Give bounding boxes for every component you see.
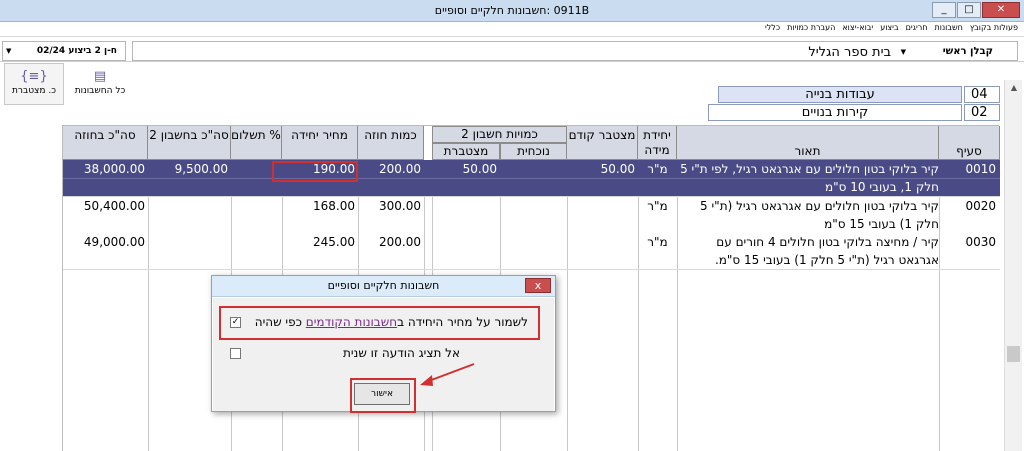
document-icon: ▤ [93,69,107,84]
scroll-up-icon[interactable]: ▲ [1005,80,1023,96]
keep-price-text: לשמור על מחיר היחידה ב [397,315,528,329]
maximize-button[interactable]: □ [957,2,981,18]
minimize-button[interactable]: _ [932,2,956,18]
table-row[interactable]: 49,000.00 245.00 200.00 מ"ר קיר / מחיצה … [63,233,1000,269]
cell-unit: מ"ר [647,199,668,213]
cell-section: 0030 [965,235,996,249]
chapter-name[interactable]: עבודות בנייה [718,86,962,103]
highlight-unit-price [272,161,358,182]
dialog-close-button[interactable]: x [525,278,551,293]
window-title: 0911B :חשבונות חלקיים וסופיים [434,4,590,17]
header-description[interactable]: תאור [677,126,939,160]
cell-unit: מ"ר [647,235,668,249]
dont-show-checkbox[interactable] [230,348,241,359]
cell-total-account [148,197,231,215]
cell-current[interactable] [500,160,567,178]
previous-accounts-link[interactable]: חשבונות הקודמים [306,315,397,329]
annotation-arrow-icon [420,363,475,386]
cell-description: קיר / מחיצה בלוקי בטון חלולים 4 חורים עם… [714,235,939,267]
cell-contract-qty: 200.00 [379,235,421,249]
contractor-role: קבלן ראשי [942,46,993,57]
app-window: 0911B :חשבונות חלקיים וסופיים _ □ ✕ פעול… [0,0,1024,451]
title-bar: 0911B :חשבונות חלקיים וסופיים _ □ ✕ [0,0,1024,22]
header-cumulative[interactable]: מצטברת [432,143,500,160]
ok-button[interactable]: אישור [354,383,410,405]
confirm-dialog: חשבונות חלקיים וסופיים x ✓ לשמור על מחיר… [211,275,556,413]
project-combo[interactable]: בית ספר הגליל ▼ קבלן ראשי [132,41,1018,61]
subchapter-number[interactable]: 02 [964,104,1000,121]
cell-previous-cumulative [567,197,638,215]
keep-price-label[interactable]: לשמור על מחיר היחידה בחשבונות הקודמים כפ… [255,315,528,329]
cell-description: קיר בלוקי בטון חלולים עם אגרגאט רגיל (ת"… [700,199,939,231]
menu-execution[interactable]: ביצוע [880,23,898,32]
cell-total-contract: 50,400.00 [83,199,145,213]
project-name: בית ספר הגליל [808,45,891,60]
header-section[interactable]: סעיף [939,126,1000,160]
cell-section: 0010 [965,162,996,176]
menu-file[interactable]: פעולות בקובץ [970,23,1018,32]
header-current[interactable]: נוכחית [500,143,567,160]
dialog-title: חשבונות חלקיים וסופיים [212,276,555,297]
dialog-body: ✓ לשמור על מחיר היחידה בחשבונות הקודמים … [213,298,554,413]
account-combo[interactable]: ▼ ח-ן 2 ביצוע 02/24 [2,41,126,61]
dont-show-label[interactable]: אל תציג הודעה זו שנית [343,346,460,360]
cell-section: 0020 [965,199,996,213]
chapter-number[interactable]: 04 [964,86,1000,103]
cumulative-button[interactable]: {≡} כ. מצטברת [4,63,64,105]
cumulative-label: כ. מצטברת [12,86,56,96]
cell-cumulative: 50.00 [462,162,497,176]
cell-total-contract: 38,000.00 [83,162,145,176]
header-payment-pct[interactable]: % תשלום [231,126,282,160]
cell-unit: מ"ר [647,162,668,176]
all-accounts-button[interactable]: ▤ כל החשבונות [70,63,130,105]
scroll-thumb[interactable] [1007,346,1020,362]
window-controls: _ □ ✕ [932,2,1020,18]
cell-unit-price[interactable]: 168.00 [282,197,358,215]
cell-total-account: 9,500.00 [174,162,228,176]
project-bar: בית ספר הגליל ▼ קבלן ראשי ▼ ח-ן 2 ביצוע … [0,38,1024,62]
chevron-down-icon: ▼ [900,48,906,56]
cell-total-contract: 49,000.00 [83,235,145,249]
account-combo-label: ח-ן 2 ביצוע 02/24 [36,46,117,56]
cell-unit-price[interactable]: 245.00 [282,233,358,251]
header-unit-price[interactable]: מחיר יחידה [282,126,358,160]
menu-accounts[interactable]: חשבונות [935,23,963,32]
menu-import-export[interactable]: יבוא-יצוא [842,23,873,32]
header-contract-qty[interactable]: כמות חוזה [358,126,424,160]
cell-contract-qty: 200.00 [379,162,421,176]
menu-transfer-quantities[interactable]: העברת כמויות [787,23,835,32]
menu-exceptions[interactable]: חריגים [906,23,928,32]
header-group-account-qty: כמויות חשבון 2 [432,126,567,143]
cell-contract-qty: 300.00 [379,199,421,213]
cell-previous-cumulative: 50.00 [600,162,635,176]
keep-price-checkbox[interactable]: ✓ [230,317,241,328]
cell-previous-cumulative [567,233,638,251]
header-previous-cumulative[interactable]: מצטבר קודם [567,126,638,160]
subchapter-name[interactable]: קירות בנויים [708,104,962,121]
close-button[interactable]: ✕ [982,2,1020,18]
header-total-contract[interactable]: סה"כ בחוזה [63,126,148,160]
table-row[interactable]: 50,400.00 168.00 300.00 מ"ר קיר בלוקי בט… [63,197,1000,233]
vertical-scrollbar[interactable]: ▲ [1004,80,1022,451]
keep-price-suffix: כפי שהיה [254,315,306,329]
header-unit[interactable]: יחידת מידה [638,126,677,160]
all-accounts-label: כל החשבונות [74,86,126,96]
chevron-down-icon: ▼ [6,47,12,55]
header-total-account[interactable]: סה"כ בחשבון 2 [148,126,231,160]
menu-general[interactable]: כללי [765,23,780,32]
cell-total-account [148,233,231,251]
cumulative-icon: {≡} [20,69,48,84]
menu-bar: פעולות בקובץ חשבונות חריגים ביצוע יבוא-י… [0,22,1024,37]
